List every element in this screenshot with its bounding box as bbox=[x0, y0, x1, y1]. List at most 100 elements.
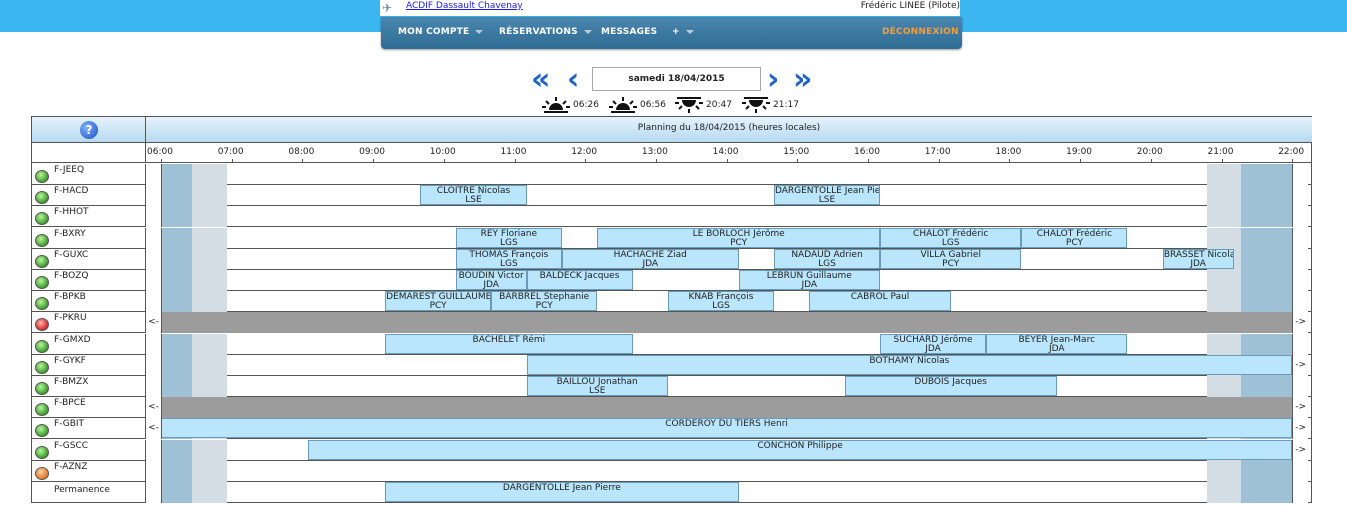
previous-day-marker[interactable]: <- bbox=[146, 312, 162, 334]
night-shade bbox=[1241, 376, 1293, 397]
row-timeline[interactable]: DEMAREST GUILLAUME PCY BARBREL Stephanie PC… bbox=[146, 291, 1312, 313]
next-day-marker[interactable]: -> bbox=[1292, 439, 1309, 461]
night-shade bbox=[192, 439, 227, 461]
booking[interactable]: LE BORLOCH Jérôme PCY bbox=[597, 227, 881, 248]
booking[interactable]: REY Floriane LGS bbox=[455, 227, 562, 248]
row-timeline[interactable]: BOUDIN Victor JDA BALDECK Jacques LEBRUN Gu… bbox=[146, 270, 1312, 291]
booking[interactable]: CABROL Paul bbox=[809, 291, 951, 312]
booking[interactable]: BRASSET Nicolas JDA bbox=[1162, 248, 1234, 269]
booking[interactable]: BOTHAMY Nicolas bbox=[526, 354, 1293, 375]
aircraft-label-cell[interactable]: F-JEEQ bbox=[32, 164, 146, 185]
row-timeline[interactable] bbox=[146, 164, 1312, 185]
aircraft-label-cell[interactable]: F-AZNZ bbox=[32, 460, 146, 482]
aircraft-label-cell[interactable]: F-GSCC bbox=[32, 439, 146, 461]
row-timeline[interactable]: BAILLOU Jonathan LSE DUBOIS Jacques bbox=[146, 376, 1312, 397]
booking[interactable]: THOMAS François LGS bbox=[455, 248, 562, 269]
aircraft-label-cell[interactable]: F-BMZX bbox=[32, 376, 146, 397]
booking-airport-code: PCY bbox=[942, 258, 960, 269]
hour-label: 12:00 bbox=[571, 147, 598, 157]
booking[interactable]: DARGENTOLLE Jean Pierre bbox=[385, 482, 739, 502]
logout-button[interactable]: DÉCONNEXION bbox=[882, 27, 959, 37]
dawn-icon bbox=[542, 97, 570, 113]
next-day-marker[interactable]: -> bbox=[1292, 418, 1309, 440]
previous-day-marker bbox=[146, 185, 162, 207]
club-link[interactable]: ACDIF Dassault Chavenay bbox=[406, 1, 523, 11]
booking[interactable]: DARGENTOLLE Jean PierreLSE bbox=[773, 185, 881, 206]
previous-day-marker[interactable]: <- bbox=[146, 418, 162, 440]
aircraft-label-cell[interactable]: F-GYKF bbox=[32, 354, 146, 376]
hour-tick bbox=[373, 159, 375, 163]
booking[interactable]: KNAB François LGS bbox=[667, 291, 774, 312]
next-week-button[interactable]: » bbox=[793, 65, 812, 95]
menu-plus[interactable]: + bbox=[672, 27, 694, 37]
previous-day-marker[interactable]: <- bbox=[146, 397, 162, 419]
booking-pilot: BACHELET Rémi bbox=[472, 334, 546, 345]
row-timeline[interactable]: CORDEROY DU TIERS Henri <- -> bbox=[146, 418, 1312, 440]
aircraft-label-cell[interactable]: F-GMXD bbox=[32, 333, 146, 355]
row-timeline[interactable]: CONCHON Philippe -> bbox=[146, 439, 1312, 461]
aircraft-label-cell[interactable]: F-BPKB bbox=[32, 291, 146, 313]
booking[interactable]: CLOITRE Nicolas LSE bbox=[420, 185, 527, 206]
next-day-marker[interactable]: -> bbox=[1292, 312, 1309, 334]
booking[interactable]: LEBRUN Guillaume JDA bbox=[738, 270, 880, 290]
row-timeline[interactable]: BACHELET Rémi SUCHARD Jérôme JDA BEYER Jean… bbox=[146, 333, 1312, 355]
aircraft-label-cell[interactable]: F-HACD bbox=[32, 185, 146, 207]
aircraft-label-cell[interactable]: F-GBIT bbox=[32, 418, 146, 440]
row-timeline[interactable]: REY Floriane LGS LE BORLOCH Jérôme PCY CHALO… bbox=[146, 227, 1312, 249]
booking[interactable]: NADAUD Adrien LGS bbox=[773, 248, 881, 269]
aircraft-registration: F-GMXD bbox=[54, 334, 91, 345]
aircraft-label-cell[interactable]: Permanence bbox=[32, 482, 146, 503]
help-icon[interactable]: ? bbox=[80, 121, 98, 139]
row-timeline[interactable]: DARGENTOLLE Jean Pierre bbox=[146, 482, 1312, 503]
aircraft-registration: F-BXRY bbox=[54, 228, 86, 239]
booking[interactable]: BAILLOU Jonathan LSE bbox=[526, 376, 668, 396]
next-day-button[interactable]: › bbox=[767, 65, 779, 95]
next-day-marker bbox=[1292, 270, 1309, 291]
row-timeline[interactable]: THOMAS François LGS HACHACHE Ziad JDA NADAUD… bbox=[146, 248, 1312, 270]
booking-airport-code: JDA bbox=[1048, 343, 1065, 354]
next-day-marker bbox=[1292, 164, 1309, 185]
booking[interactable]: BALDECK Jacques bbox=[526, 270, 633, 290]
booking[interactable]: DEMAREST GUILLAUME PCY bbox=[385, 291, 492, 312]
aircraft-label-cell[interactable]: F-BOZQ bbox=[32, 270, 146, 291]
aircraft-registration: F-GSCC bbox=[54, 440, 89, 451]
booking[interactable]: BACHELET Rémi bbox=[385, 333, 633, 354]
aircraft-label-cell[interactable]: F-BPCE bbox=[32, 397, 146, 419]
booking[interactable]: BEYER Jean-Marc JDA bbox=[986, 333, 1128, 354]
aircraft-label-cell[interactable]: F-PKRU bbox=[32, 312, 146, 334]
previous-day-button[interactable]: ‹ bbox=[567, 65, 579, 95]
booking[interactable]: CONCHON Philippe bbox=[308, 439, 1293, 460]
booking[interactable]: CORDEROY DU TIERS Henri bbox=[161, 418, 1293, 439]
next-day-marker[interactable]: -> bbox=[1292, 354, 1309, 376]
sunrise-icon bbox=[609, 97, 637, 113]
status-red-icon bbox=[35, 318, 49, 332]
booking[interactable]: DUBOIS Jacques bbox=[844, 376, 1057, 396]
dusk-icon bbox=[742, 97, 770, 113]
previous-week-button[interactable]: « bbox=[531, 65, 550, 95]
menu-plus-label: + bbox=[672, 27, 680, 37]
menu-messages[interactable]: MESSAGES bbox=[601, 27, 657, 37]
menu-mon-compte[interactable]: MON COMPTE bbox=[398, 27, 484, 37]
booking[interactable]: BOUDIN Victor JDA bbox=[455, 270, 527, 290]
booking[interactable]: BARBREL Stephanie PCY bbox=[491, 291, 598, 312]
aircraft-label-cell[interactable]: F-HHOT bbox=[32, 206, 146, 228]
aircraft-label-cell[interactable]: F-GUXC bbox=[32, 248, 146, 270]
menu-mon-compte-label: MON COMPTE bbox=[398, 27, 470, 37]
booking[interactable]: CHALOT Frédéric LGS bbox=[880, 227, 1022, 248]
date-field[interactable]: samedi 18/04/2015 bbox=[592, 67, 761, 91]
booking[interactable]: VILLA Gabriel PCY bbox=[880, 248, 1022, 269]
booking[interactable]: SUCHARD Jérôme JDA bbox=[880, 333, 987, 354]
menu-reservations[interactable]: RÉSERVATIONS bbox=[499, 27, 592, 37]
main-menu: MON COMPTE RÉSERVATIONS MESSAGES + DÉCON… bbox=[381, 17, 962, 49]
row-timeline[interactable]: <- -> bbox=[146, 312, 1312, 334]
next-day-marker[interactable]: -> bbox=[1292, 397, 1309, 419]
row-timeline[interactable] bbox=[146, 460, 1312, 482]
row-timeline[interactable] bbox=[146, 206, 1312, 228]
hour-label: 19:00 bbox=[1066, 147, 1093, 157]
row-timeline[interactable]: BOTHAMY Nicolas -> bbox=[146, 354, 1312, 376]
booking[interactable]: HACHACHE Ziad JDA bbox=[561, 248, 739, 269]
row-timeline[interactable]: <- -> bbox=[146, 397, 1312, 419]
aircraft-label-cell[interactable]: F-BXRY bbox=[32, 227, 146, 249]
row-timeline[interactable]: CLOITRE NicolasLSE DARGENTOLLE Jean Pierr… bbox=[146, 185, 1312, 207]
booking[interactable]: CHALOT Frédéric PCY bbox=[1021, 227, 1128, 248]
